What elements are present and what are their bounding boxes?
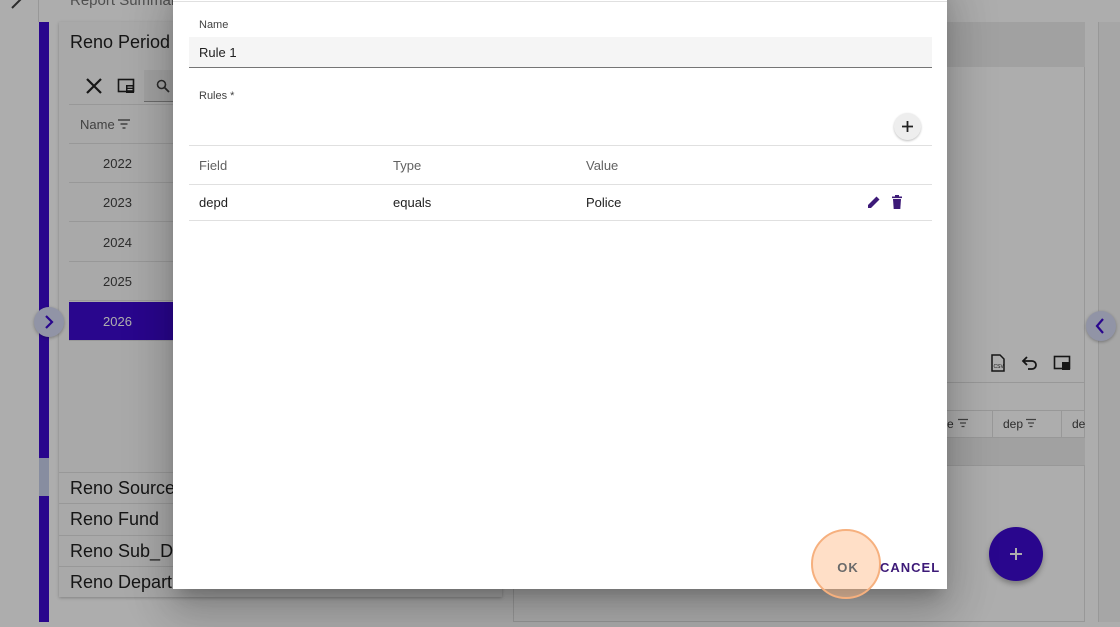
table-row <box>189 185 932 221</box>
rules-label: Rules * <box>199 90 235 102</box>
cancel-button[interactable]: CANCEL <box>880 554 939 580</box>
rule-type-cell: equals <box>393 195 432 210</box>
divider <box>173 1 947 2</box>
rule-field-cell: depd <box>199 195 228 210</box>
add-rule-button[interactable] <box>894 113 921 140</box>
column-header-field: Field <box>199 158 228 173</box>
name-input[interactable] <box>199 37 919 67</box>
delete-icon[interactable] <box>891 195 903 209</box>
ok-button[interactable]: OK <box>826 554 870 580</box>
plus-icon <box>902 121 913 132</box>
name-field-container <box>189 37 932 68</box>
rule-dialog <box>173 0 947 589</box>
column-header-type: Type <box>393 158 422 173</box>
rule-value-cell: Police <box>586 195 622 210</box>
edit-icon[interactable] <box>867 195 881 209</box>
name-field-label: Name <box>199 19 229 31</box>
rules-table-header <box>189 145 932 185</box>
column-header-value: Value <box>586 158 619 173</box>
